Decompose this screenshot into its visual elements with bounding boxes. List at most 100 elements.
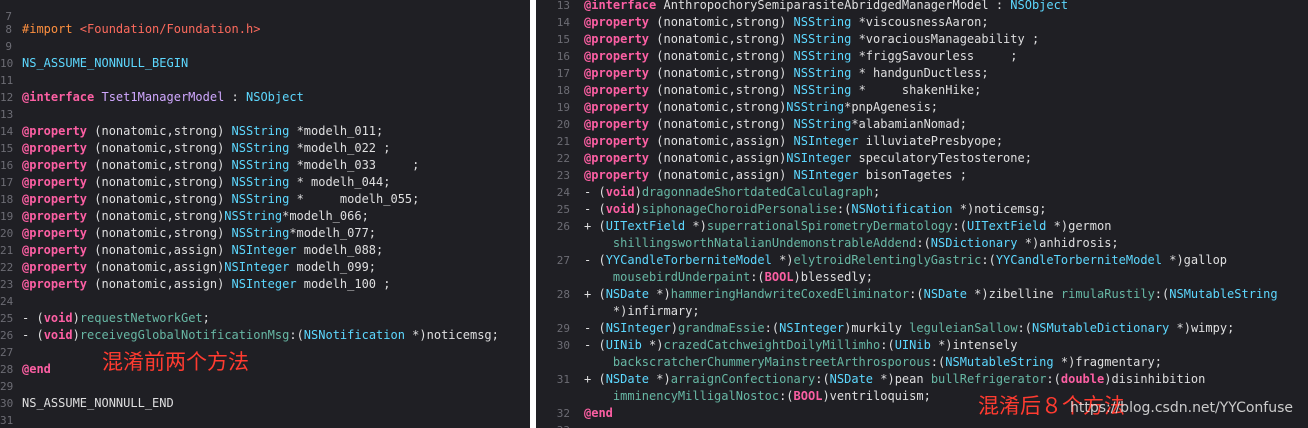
code-token: :( [880, 338, 895, 352]
code-line[interactable]: 27 [0, 344, 22, 361]
code-line[interactable]: 23 @property (nonatomic,assign) NSInteger… [0, 276, 390, 293]
right-code-editor[interactable]: 13 @interface AnthropochorySemiparasiteAb… [536, 0, 1308, 428]
code-line[interactable]: 21 @property (nonatomic,assign) NSInteger… [0, 242, 383, 259]
code-token: Tset1ManagerModel [101, 90, 225, 104]
code-line[interactable]: mousebirdUnderpaint:(BOOL)blessedly; [536, 269, 873, 286]
code-line[interactable]: 30 NS_ASSUME_NONNULL_END [0, 395, 174, 412]
code-line[interactable]: backscratcherChummeryMainstreetArthrospo… [536, 354, 1162, 371]
code-line[interactable]: 20 @property (nonatomic,strong) NSString*… [536, 116, 967, 133]
code-line[interactable]: 8 #import <Foundation/Foundation.h> [0, 21, 260, 38]
code-token: void [43, 311, 73, 325]
code-line[interactable]: 16 @property (nonatomic,strong) NSString … [0, 157, 419, 174]
code-line[interactable]: 22 @property (nonatomic,assign)NSInteger … [0, 259, 376, 276]
code-line[interactable]: 11 [0, 72, 22, 89]
code-token: * modelh_055; [296, 192, 420, 206]
code-line[interactable]: 29- (NSInteger)grandmaEssie:(NSInteger)m… [536, 320, 1235, 337]
line-number: 10 [0, 57, 14, 70]
code-token: *)zibelline [974, 287, 1061, 301]
code-line[interactable]: 21 @property (nonatomic,assign) NSInteger… [536, 133, 1003, 150]
line-number: 26 [556, 220, 570, 233]
code-line[interactable]: 13 @interface AnthropochorySemiparasiteAb… [536, 0, 1068, 14]
code-line[interactable]: 18 @property (nonatomic,strong) NSString … [536, 82, 982, 99]
code-token: NSMutableString [1169, 287, 1278, 301]
code-line[interactable]: 10 NS_ASSUME_NONNULL_BEGIN [0, 55, 188, 72]
code-line[interactable]: 26 + (UITextField *)superrationalSpiromet… [536, 218, 1112, 235]
code-line[interactable]: 18 @property (nonatomic,strong) NSString … [0, 191, 419, 208]
code-line[interactable]: 28 + (NSDate *)hammeringHandwriteCoxedEli… [536, 286, 1278, 303]
code-token: (nonatomic,assign) [656, 151, 787, 165]
code-token: NSInteger [231, 277, 304, 291]
code-line[interactable]: 25 - (void)requestNetworkGet; [0, 310, 210, 327]
line-number: 33 [536, 422, 570, 428]
code-line[interactable]: 27- (YYCandleTorberniteModel *)elytroidR… [536, 252, 1227, 269]
code-line[interactable]: 32 @end [536, 405, 613, 422]
line-number: 14 [0, 125, 14, 138]
code-token: ) [634, 185, 642, 199]
code-token: *friggSavourless ; [858, 49, 1018, 63]
code-line[interactable]: 31 [0, 412, 22, 428]
code-line[interactable]: 30- (UINib *)crazedCatchweightDoilyMilli… [536, 337, 1018, 354]
code-token: grandmaEssie [677, 321, 765, 335]
code-line[interactable]: 20 @property (nonatomic,strong) NSString*… [0, 225, 376, 242]
code-token: crazedCatchweightDoilyMillimho [663, 338, 881, 352]
line-number: 8 [5, 23, 12, 36]
code-line[interactable]: 19 @property (nonatomic,strong)NSString*p… [536, 99, 938, 116]
code-line[interactable]: 23 @property (nonatomic,assign) NSInteger… [536, 167, 967, 184]
code-line[interactable]: 16 @property (nonatomic,strong) NSString … [536, 48, 1018, 65]
code-line[interactable]: 26 - (void)receivegGlobalNotificationMsg:… [0, 327, 499, 344]
code-token: (nonatomic,assign) [94, 243, 232, 257]
code-token: (nonatomic,strong) [94, 175, 232, 189]
code-token: NSDate [923, 287, 975, 301]
code-token: NSString [231, 141, 297, 155]
code-line[interactable]: 12 @interface Tset1ManagerModel : NSObjec… [0, 89, 304, 106]
code-token: :( [930, 355, 946, 369]
code-token: NSString [793, 83, 859, 97]
line-number: 11 [0, 74, 14, 87]
code-line[interactable]: 14 @property (nonatomic,strong) NSString … [0, 123, 383, 140]
code-token: illuviatePresbyope; [865, 134, 1004, 148]
code-line[interactable]: 29 [0, 378, 22, 395]
left-code-editor[interactable]: 7 8 #import <Foundation/Foundation.h> 9 10 NS… [0, 0, 530, 428]
code-line[interactable]: 17 @property (nonatomic,strong) NSString … [536, 65, 989, 82]
code-token: @end [22, 362, 51, 376]
code-line[interactable]: imminencyMilligalNostoc:(BOOL)ventriloqu… [536, 388, 931, 405]
code-token: - ( [584, 253, 606, 267]
line-number: 32 [556, 407, 570, 420]
code-token: *)gallop [1169, 253, 1228, 267]
code-line[interactable]: 22 @property (nonatomic,assign)NSInteger … [536, 150, 1032, 167]
code-token: NSNotification [851, 202, 960, 216]
code-token: NSMutableString [945, 355, 1061, 369]
code-token: @property [22, 260, 95, 274]
code-line[interactable]: 19 @property (nonatomic,strong)NSString*m… [0, 208, 369, 225]
code-token: hammeringHandwriteCoxedEliminator [670, 287, 910, 301]
code-token: *modelh_011; [296, 124, 384, 138]
code-line[interactable]: shillingsworthNatalianUndemonstrableAdde… [536, 235, 1119, 252]
line-number: 21 [556, 135, 570, 148]
code-token: - ( [584, 185, 606, 199]
code-token: + ( [584, 372, 606, 386]
code-token: (nonatomic,strong) [656, 32, 794, 46]
code-line[interactable]: 25 - (void)siphonageChoroidPersonalise:(N… [536, 201, 1047, 218]
code-token: siphonageChoroidPersonalise [641, 202, 837, 216]
code-line[interactable]: 13 [0, 106, 22, 123]
code-token: NSMutableDictionary [1032, 321, 1177, 335]
code-token: (nonatomic,assign) [94, 277, 232, 291]
code-line[interactable]: 17 @property (nonatomic,strong) NSString … [0, 174, 390, 191]
code-line[interactable]: 9 [0, 38, 22, 55]
code-token: @property [22, 277, 95, 291]
code-line[interactable]: 28 @end [0, 361, 51, 378]
code-line[interactable]: 15 @property (nonatomic,strong) NSString … [536, 31, 1039, 48]
code-line[interactable]: 14 @property (nonatomic,strong) NSString … [536, 14, 989, 31]
code-line[interactable]: 24 [0, 293, 22, 310]
code-line[interactable]: 15 @property (nonatomic,strong) NSString … [0, 140, 390, 157]
code-line[interactable]: 33 [536, 422, 584, 428]
code-line[interactable]: 31 + (NSDate *)arraignConfectionary:(NSDa… [536, 371, 1206, 388]
code-token: *)anhidrosis; [1024, 236, 1119, 250]
code-line[interactable]: *)infirmary; [536, 303, 700, 320]
code-token: @interface [22, 90, 102, 104]
code-token: :( [779, 389, 794, 403]
line-number: 24 [556, 186, 570, 199]
code-token: backscratcherChummeryMainstreetArthrospo… [612, 355, 931, 369]
code-line[interactable]: 24 - (void)dragonnadeShortdatedCalculagra… [536, 184, 881, 201]
